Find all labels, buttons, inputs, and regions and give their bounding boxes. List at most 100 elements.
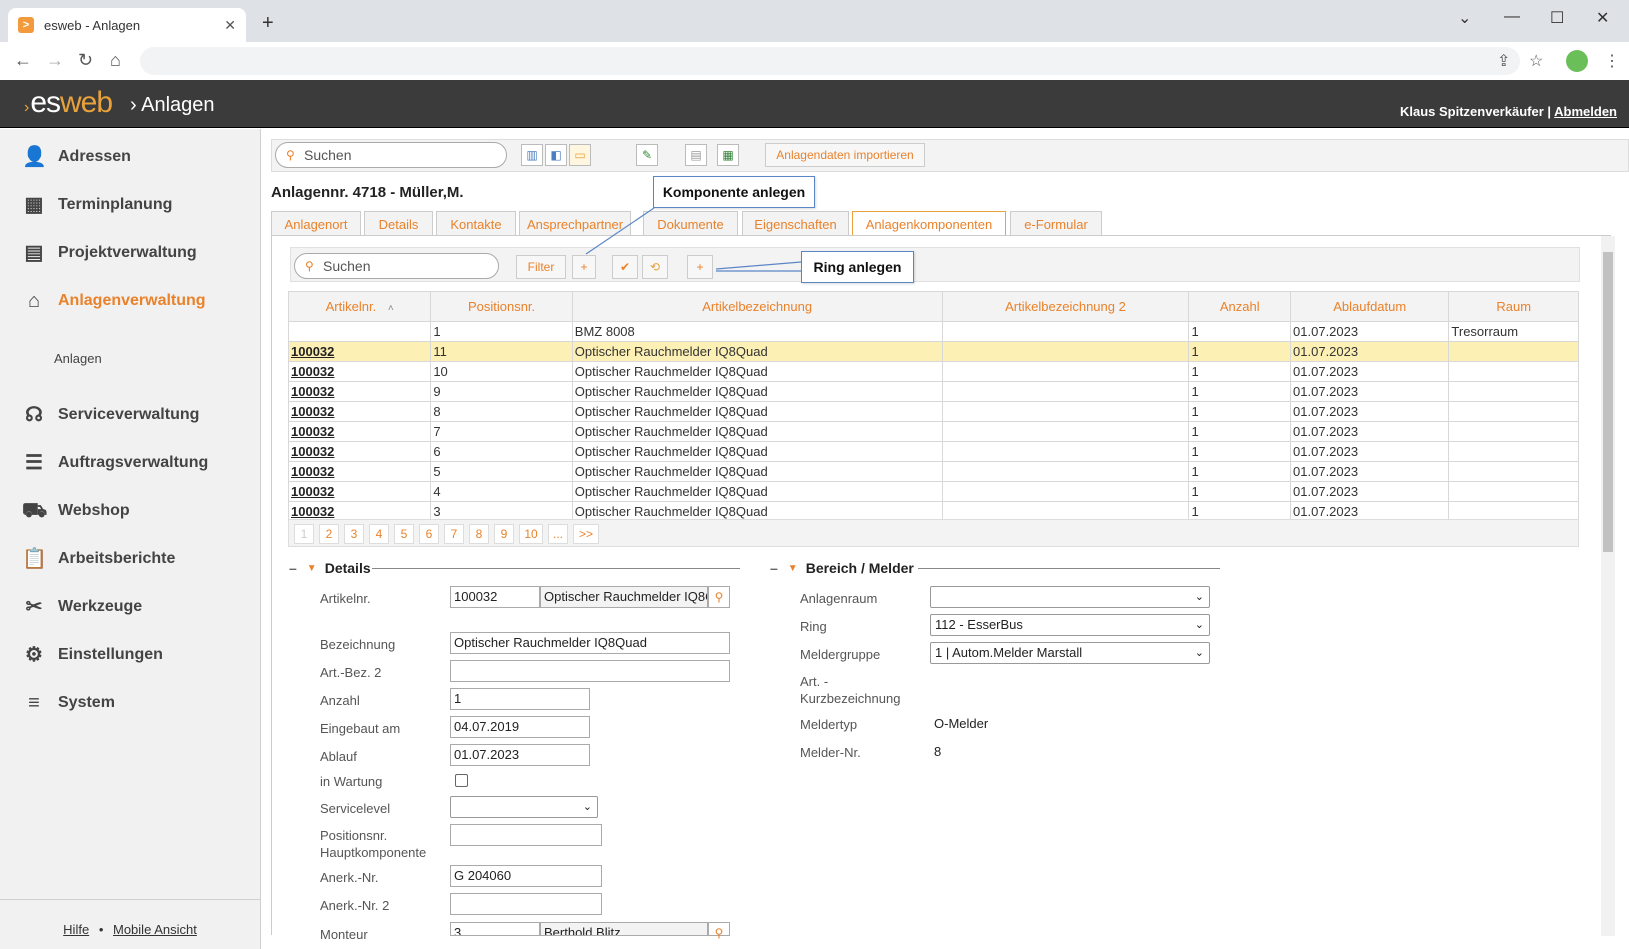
sidebar-item-webshop[interactable]: ⛟ Webshop (22, 499, 130, 523)
sidebar-item-werkzeuge[interactable]: ✂ Werkzeuge (22, 595, 143, 619)
main-search-input[interactable]: ⚲ Suchen (275, 142, 507, 168)
monteur-lookup-icon[interactable]: ⚲ (708, 922, 730, 940)
col-raum[interactable]: Raum (1448, 291, 1579, 322)
col-positionsnr[interactable]: Positionsnr. (430, 291, 573, 322)
sidebar-item-anlagenverwaltung[interactable]: ⌂ Anlagenverwaltung (22, 289, 206, 313)
reload-icon[interactable]: ↻ (78, 50, 93, 71)
anlagenraum-select[interactable]: ⌄ (930, 586, 1210, 608)
tab-eigenschaften[interactable]: Eigenschaften (742, 211, 849, 236)
add-ring-button[interactable]: + (687, 255, 713, 279)
col-artikelnr[interactable]: Artikelnr. ˄ (287, 291, 432, 322)
page-button[interactable]: 3 (344, 524, 364, 544)
meldergruppe-select[interactable]: 1 | Autom.Melder Marstall ⌄ (930, 642, 1210, 664)
page-button[interactable]: 6 (419, 524, 439, 544)
table-row[interactable]: 100032 9 Optischer Rauchmelder IQ8Quad 1 01.… (287, 381, 1579, 402)
table-row[interactable]: 100032 7 Optischer Rauchmelder IQ8Quad 1 01.… (287, 421, 1579, 442)
folder-view-icon[interactable]: ▭ (569, 144, 591, 166)
cell-artikelnr[interactable]: 100032 (287, 461, 432, 482)
ring-select[interactable]: 112 - EsserBus ⌄ (930, 614, 1210, 636)
browser-menu-icon[interactable]: ⋮ (1604, 51, 1620, 71)
details-section-header[interactable]: – ▼ Details (289, 560, 371, 576)
sidebar-item-terminplanung[interactable]: ▦ Terminplanung (22, 193, 173, 217)
table-row[interactable]: 100032 11 Optischer Rauchmelder IQ8Quad 1 01… (287, 341, 1579, 362)
tab-kontakte[interactable]: Kontakte (436, 211, 516, 236)
browser-tab[interactable]: > esweb - Anlagen ✕ (8, 8, 246, 42)
sidebar-subitem-anlagen[interactable]: Anlagen (54, 351, 102, 366)
tab-search-icon[interactable]: ⌄ (1458, 8, 1471, 28)
ablauf-field[interactable]: 01.07.2023 (450, 744, 590, 766)
cell-artikelnr[interactable]: 100032 (287, 421, 432, 442)
back-icon[interactable]: ← (14, 50, 32, 71)
sidebar-item-adressen[interactable]: 👤 Adressen (22, 145, 131, 169)
maximize-window-button[interactable]: ☐ (1550, 8, 1564, 28)
address-bar[interactable] (140, 47, 1520, 75)
tab-anlagenort[interactable]: Anlagenort (271, 211, 361, 236)
col-ablaufdatum[interactable]: Ablaufdatum (1290, 291, 1450, 322)
table-row[interactable]: 100032 8 Optischer Rauchmelder IQ8Quad 1 01.… (287, 401, 1579, 422)
posnr-hauptkomponente-field[interactable] (450, 824, 602, 846)
esweb-logo[interactable]: ›esweb (24, 86, 113, 120)
artikel-lookup-icon[interactable]: ⚲ (708, 586, 730, 608)
components-search-input[interactable]: ⚲ Suchen (294, 253, 499, 279)
col-artikelbezeichnung-2[interactable]: Artikelbezeichnung 2 (941, 291, 1190, 322)
logout-link[interactable]: Abmelden (1554, 104, 1617, 119)
help-link[interactable]: Hilfe (63, 922, 89, 937)
cell-artikelnr[interactable]: 100032 (287, 401, 432, 422)
new-tab-button[interactable]: + (262, 12, 274, 35)
tab-details[interactable]: Details (364, 211, 433, 236)
cell-artikelnr[interactable]: 100032 (287, 341, 432, 362)
anerk-nr-field[interactable]: G 204060 (450, 865, 602, 887)
excel-export-icon[interactable]: ▦ (717, 144, 739, 166)
page-button[interactable]: 10 (519, 524, 543, 544)
table-row[interactable]: 1 BMZ 8008 1 01.07.2023 Tresorraum (287, 321, 1579, 342)
art-bez-2-field[interactable] (450, 660, 730, 682)
sidebar-item-projektverwaltung[interactable]: ▤ Projektverwaltung (22, 241, 197, 265)
sidebar-item-arbeitsberichte[interactable]: 📋 Arbeitsberichte (22, 547, 175, 571)
refresh-button[interactable]: ⟲ (642, 255, 668, 279)
artikelnr-field[interactable]: 100032 (450, 586, 540, 608)
mobile-view-link[interactable]: Mobile Ansicht (113, 922, 197, 937)
page-button[interactable]: 4 (369, 524, 389, 544)
tab-close-icon[interactable]: ✕ (224, 17, 236, 34)
in-wartung-checkbox[interactable] (455, 774, 468, 787)
col-artikelbezeichnung[interactable]: Artikelbezeichnung (571, 291, 943, 322)
sidebar-item-einstellungen[interactable]: ⚙ Einstellungen (22, 643, 163, 667)
page-button[interactable]: 1 (294, 524, 314, 544)
page-button[interactable]: 2 (319, 524, 339, 544)
monteur-field[interactable]: 3 (450, 922, 540, 936)
tab-dokumente[interactable]: Dokumente (643, 211, 738, 236)
tab-anlagenkomponenten[interactable]: Anlagenkomponenten (852, 211, 1006, 237)
sidebar-item-auftragsverwaltung[interactable]: ☰ Auftragsverwaltung (22, 451, 208, 475)
add-component-button[interactable]: + (572, 255, 596, 279)
split-view-icon[interactable]: ◧ (545, 144, 567, 166)
forward-icon[interactable]: → (46, 50, 64, 71)
close-window-button[interactable]: ✕ (1596, 8, 1609, 28)
page-button[interactable]: 8 (469, 524, 489, 544)
page-button[interactable]: 9 (494, 524, 514, 544)
list-view-icon[interactable]: ▥ (521, 144, 543, 166)
bereich-section-header[interactable]: – ▼ Bereich / Melder (770, 560, 914, 576)
page-button[interactable]: ... (548, 524, 568, 544)
table-row[interactable]: 100032 5 Optischer Rauchmelder IQ8Quad 1 01.… (287, 461, 1579, 482)
table-row[interactable]: 100032 10 Optischer Rauchmelder IQ8Quad 1 01… (287, 361, 1579, 382)
home-icon[interactable]: ⌂ (110, 50, 121, 71)
page-button[interactable]: 5 (394, 524, 414, 544)
table-row[interactable]: 100032 6 Optischer Rauchmelder IQ8Quad 1 01.… (287, 441, 1579, 462)
minimize-window-button[interactable]: — (1504, 8, 1520, 26)
profile-avatar[interactable] (1566, 50, 1588, 72)
table-row[interactable]: 100032 4 Optischer Rauchmelder IQ8Quad 1 01.… (287, 481, 1579, 502)
eingebaut-field[interactable]: 04.07.2019 (450, 716, 590, 738)
share-icon[interactable]: ⇪ (1497, 51, 1510, 71)
import-data-button[interactable]: Anlagendaten importieren (765, 143, 925, 167)
cell-artikelnr[interactable]: 100032 (287, 381, 432, 402)
page-button[interactable]: >> (573, 524, 599, 544)
bookmark-star-icon[interactable]: ☆ (1529, 51, 1543, 71)
print-icon[interactable]: ▤ (685, 144, 707, 166)
cell-artikelnr[interactable]: 100032 (287, 441, 432, 462)
tab-e-formular[interactable]: e-Formular (1010, 211, 1102, 236)
tab-ansprechpartner[interactable]: Ansprechpartner (519, 211, 631, 236)
edit-components-icon[interactable]: ✎ (636, 144, 658, 166)
filter-button[interactable]: Filter (516, 255, 566, 279)
sidebar-item-system[interactable]: ≡ System (22, 691, 115, 715)
cell-artikelnr[interactable]: 100032 (287, 481, 432, 502)
